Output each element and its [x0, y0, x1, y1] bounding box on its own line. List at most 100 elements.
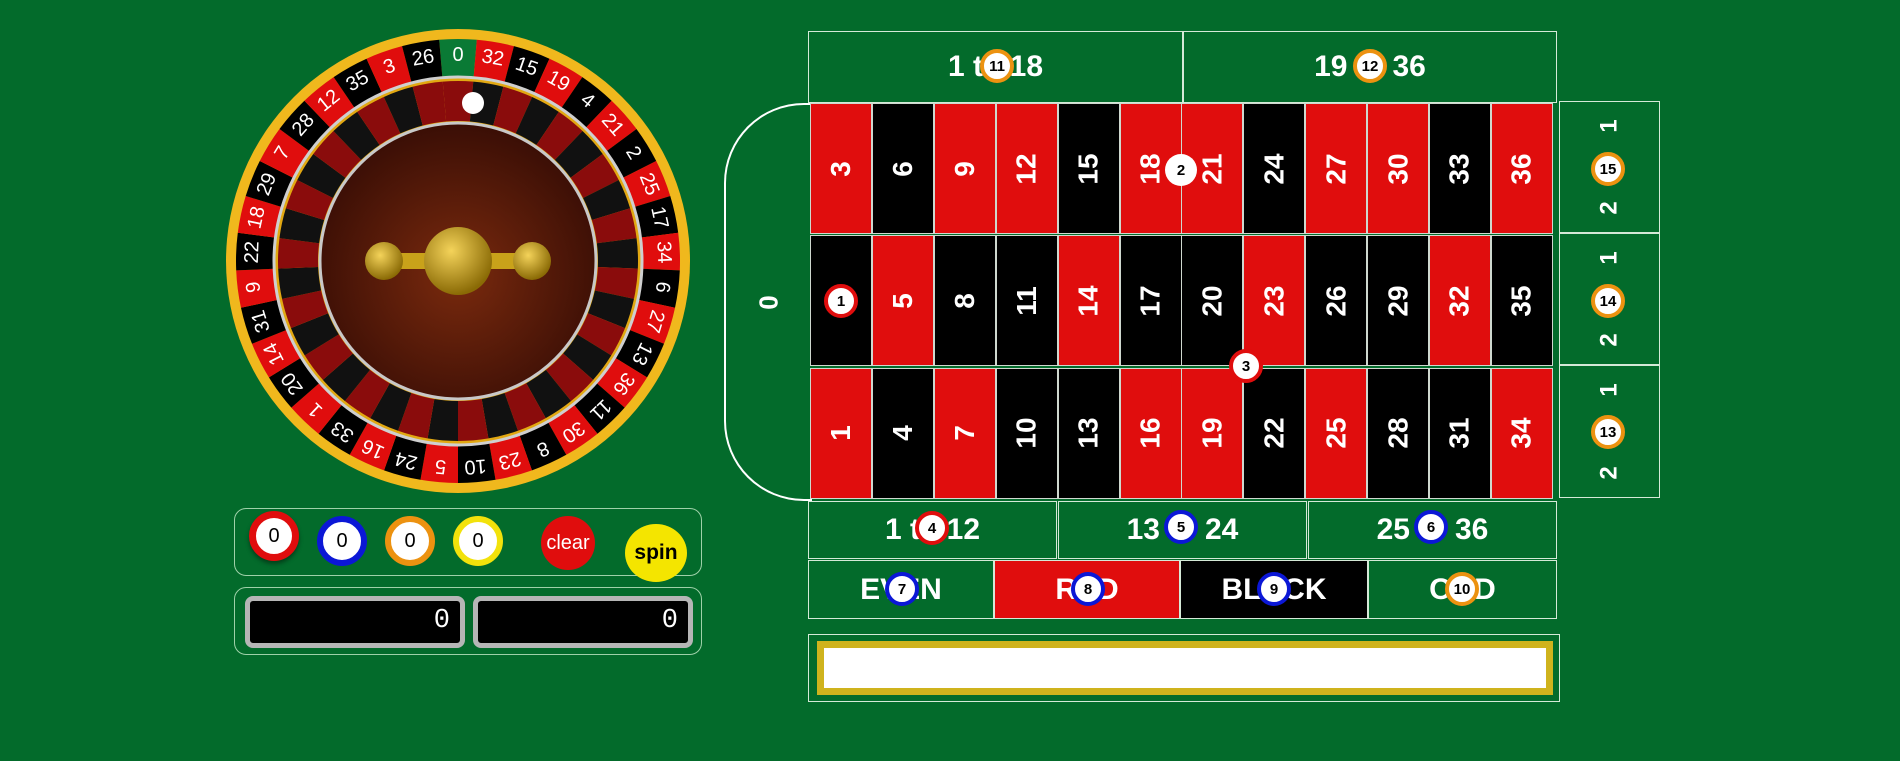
number-cell[interactable]: 23 [1243, 235, 1306, 367]
number-cell-label: 11 [1010, 285, 1042, 316]
wheel-number: 22 [241, 241, 264, 264]
number-cell-label: 24 [1258, 152, 1290, 185]
number-cell[interactable]: 6 [871, 103, 934, 234]
message-field [817, 641, 1553, 695]
wheel-knob-left [365, 242, 403, 280]
number-cell[interactable]: 9 [933, 103, 996, 234]
wheel-number: 26 [410, 45, 436, 70]
column-top-label-a: 1 [1595, 119, 1623, 133]
number-cell-label: 6 [886, 160, 918, 177]
bet-zero[interactable]: 0 [724, 103, 812, 501]
number-cell[interactable]: 30 [1367, 103, 1430, 234]
wheel-knob-right [513, 242, 551, 280]
number-cell[interactable]: 7 [933, 367, 996, 499]
number-cell-label: 1 [824, 425, 856, 441]
number-cell[interactable]: 22 [1243, 367, 1306, 499]
number-cell[interactable]: 13 [1057, 367, 1120, 499]
number-cell[interactable]: 8 [933, 235, 996, 367]
number-cell-label: 27 [1320, 152, 1352, 185]
number-cell-label: 34 [1505, 417, 1537, 449]
number-cell[interactable]: 3 [810, 103, 872, 234]
number-cell[interactable]: 20 [1181, 235, 1244, 367]
placed-chip[interactable]: 15 [1591, 152, 1625, 186]
placed-chip[interactable]: 14 [1591, 284, 1625, 318]
number-cell[interactable]: 28 [1367, 367, 1430, 499]
number-cell-label: 20 [1196, 285, 1228, 317]
number-cell-label: 5 [886, 293, 918, 309]
number-cell-label: 28 [1382, 417, 1414, 449]
placed-chip[interactable]: 2 [1165, 154, 1197, 186]
number-cell-label: 18 [1134, 152, 1166, 185]
number-cell[interactable]: 29 [1367, 235, 1430, 367]
number-cell[interactable]: 19 [1181, 367, 1244, 499]
number-cell-label: 30 [1382, 152, 1414, 185]
number-cell-label: 9 [948, 160, 980, 177]
placed-chip[interactable]: 1 [824, 284, 858, 318]
zero-label: 0 [753, 294, 784, 310]
number-cell[interactable]: 32 [1429, 235, 1491, 367]
number-cell-label: 21 [1196, 152, 1228, 185]
number-cell[interactable]: 36 [1490, 103, 1553, 234]
wheel-inner-wedge [278, 238, 320, 269]
placed-chip[interactable]: 4 [915, 511, 949, 545]
wheel-number: 5 [434, 455, 447, 478]
number-cell-label: 32 [1444, 285, 1475, 317]
column-middle-label-b: 2 [1595, 333, 1623, 347]
number-cell-label: 36 [1505, 152, 1537, 185]
wheel-number: 0 [452, 44, 463, 66]
number-cell[interactable]: 33 [1429, 103, 1491, 234]
number-cell[interactable]: 17 [1119, 235, 1182, 367]
balance-panel: 0 0 [234, 587, 702, 655]
number-cell-label: 17 [1134, 285, 1166, 317]
number-cell-label: 12 [1010, 152, 1042, 185]
placed-chip[interactable]: 5 [1164, 510, 1198, 544]
number-cell[interactable]: 15 [1057, 103, 1120, 234]
number-cell[interactable]: 5 [871, 235, 934, 367]
number-cell[interactable]: 12 [995, 103, 1058, 234]
number-cell[interactable]: 31 [1429, 367, 1491, 499]
number-cell[interactable]: 34 [1490, 367, 1553, 499]
number-cell[interactable]: 16 [1119, 367, 1182, 499]
number-cell[interactable]: 25 [1305, 367, 1368, 499]
chip-selector-blue[interactable]: 0 [317, 516, 367, 566]
wheel-number: 34 [652, 241, 675, 264]
number-cell[interactable]: 24 [1243, 103, 1306, 234]
number-cell-label: 15 [1072, 152, 1104, 185]
number-cell-label: 29 [1382, 285, 1414, 317]
number-cell[interactable]: 10 [995, 367, 1058, 499]
placed-chip[interactable]: 8 [1071, 572, 1105, 606]
number-cell[interactable]: 14 [1057, 235, 1120, 367]
number-cell[interactable]: 11 [995, 235, 1058, 367]
number-cell[interactable]: 35 [1490, 235, 1553, 367]
clear-button[interactable]: clear [541, 516, 595, 570]
column-middle-label-a: 1 [1595, 251, 1623, 265]
chip-selector-orange[interactable]: 0 [385, 516, 435, 566]
placed-chip[interactable]: 13 [1591, 415, 1625, 449]
number-cell-label: 16 [1134, 417, 1166, 449]
placed-chip[interactable]: 10 [1445, 572, 1479, 606]
number-cell-label: 8 [948, 293, 980, 309]
spin-button[interactable]: spin [625, 524, 687, 582]
placed-chip[interactable]: 3 [1229, 349, 1263, 383]
number-cell-label: 33 [1444, 152, 1475, 185]
roulette-ball [462, 92, 484, 114]
number-cell-label: 13 [1072, 417, 1104, 449]
placed-chip[interactable]: 6 [1414, 510, 1448, 544]
number-cell-label: 19 [1196, 417, 1228, 449]
column-top-label-b: 2 [1595, 201, 1623, 215]
number-cell[interactable]: 26 [1305, 235, 1368, 367]
wheel-inner-wedge [596, 238, 638, 269]
placed-chip[interactable]: 7 [885, 572, 919, 606]
placed-chip[interactable]: 11 [980, 49, 1014, 83]
number-cell[interactable]: 1 [810, 367, 872, 499]
number-cell[interactable]: 27 [1305, 103, 1368, 234]
number-cell-label: 31 [1444, 417, 1475, 449]
placed-chip[interactable]: 9 [1257, 572, 1291, 606]
column-bottom-label-a: 1 [1595, 383, 1623, 397]
number-cell[interactable]: 4 [871, 367, 934, 499]
wheel-number: 32 [480, 45, 506, 70]
number-cell-label: 4 [886, 425, 918, 441]
placed-chip[interactable]: 12 [1353, 49, 1387, 83]
chip-selector-gold[interactable]: 0 [453, 516, 503, 566]
chip-selector-red[interactable]: 0 [249, 511, 299, 561]
